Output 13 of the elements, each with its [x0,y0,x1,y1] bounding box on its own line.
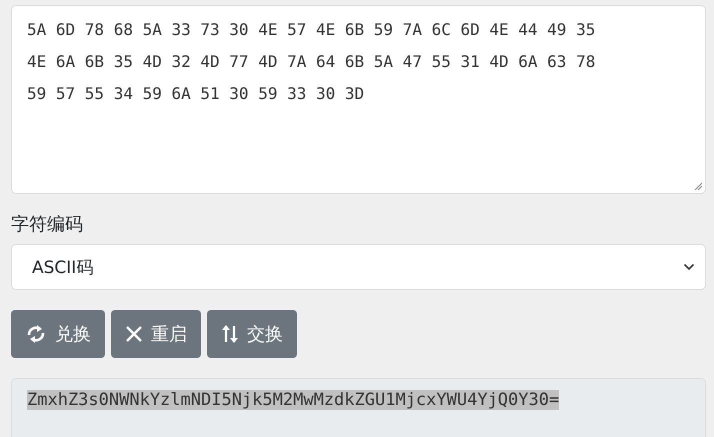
swap-button[interactable]: 交换 [207,310,297,358]
chevron-down-icon [683,263,695,271]
resize-grip-icon[interactable] [694,182,702,190]
hex-text: 5A 6D 78 68 5A 33 73 30 4E 57 4E 6B 59 7A 6C 6D 4E 44 49 35 4E 6A 6B 35 4D 32 4D 77 4D 7A 64 6B 5A 47 55 31 4D 6A 63 78 59 57 55 34 59 6A 51 30 59 33 30 3D [27,19,596,105]
base64-text: ZmxhZ3s0NWNkYzlmNDI5Njk5M2MwMzdkZGU1MjcxYWU4YjQ0Y30= [27,390,560,410]
encoding-label: 字符编码 [11,213,84,237]
close-icon [125,325,143,343]
reset-button[interactable]: 重启 [111,310,201,358]
convert-button[interactable]: 兑换 [11,310,105,358]
refresh-icon [25,322,47,346]
swap-arrows-icon [221,323,239,345]
encoding-select[interactable]: ASCII码 [11,244,706,290]
hex-input-field[interactable]: 5A 6D 78 68 5A 33 73 30 4E 57 4E 6B 59 7A 6C 6D 4E 44 49 35 4E 6A 6B 35 4D 32 4D 77 4D 7A 64 6B 5A 47 55 31 4D 6A 63 78 59 57 55 34 59 6A 51 30 59 33 30 3D [11,5,706,194]
